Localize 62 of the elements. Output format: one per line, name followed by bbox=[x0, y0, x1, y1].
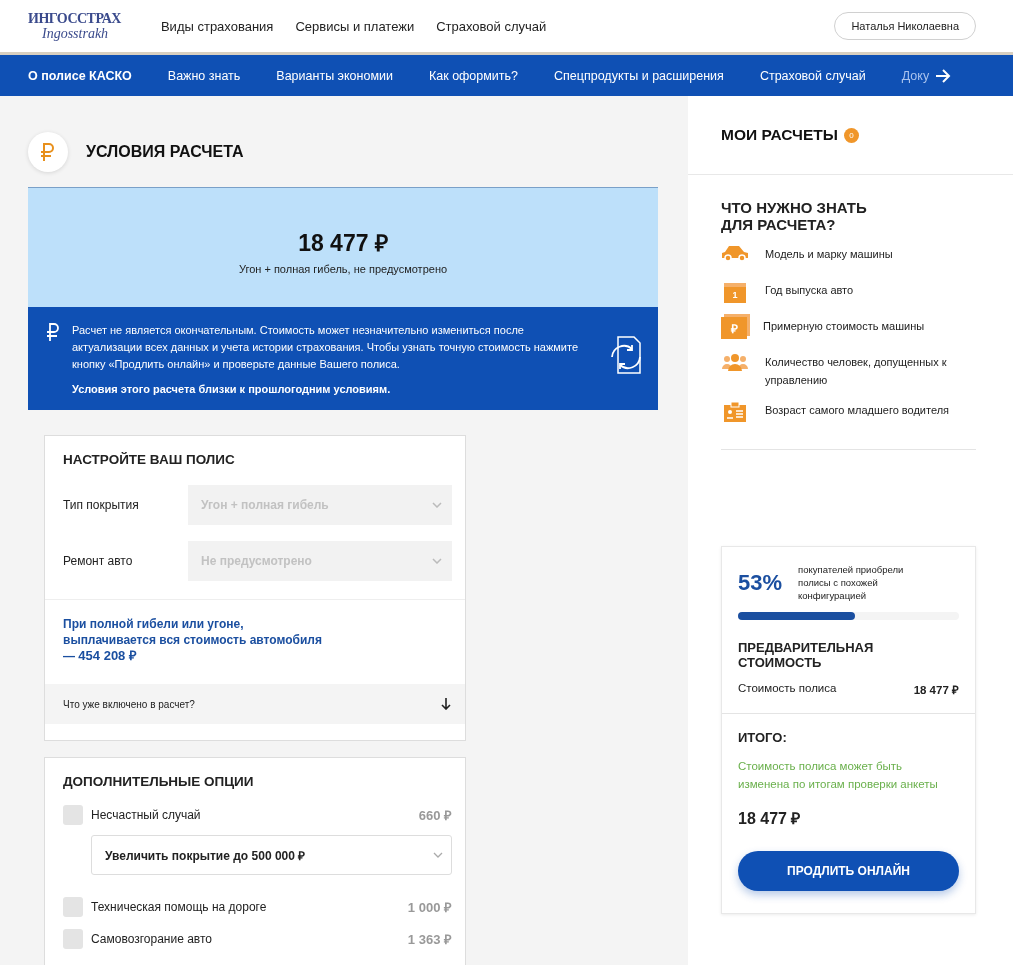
percent-caption: покупателей приобрели полисы с похожей конфигурацией bbox=[798, 563, 905, 602]
section-title: ЧТО НУЖНО ЗНАТЬ ДЛЯ РАСЧЕТА? bbox=[721, 199, 868, 233]
field-label: Ремонт авто bbox=[63, 554, 134, 568]
requirement-text: Количество человек, допущенных к управлению bbox=[765, 355, 948, 388]
calendar-icon: 1 bbox=[724, 283, 746, 303]
logo[interactable]: ИНГОССТРАХ Ingosstrakh bbox=[28, 10, 121, 42]
card-title: НАСТРОЙТЕ ВАШ ПОЛИС bbox=[62, 451, 236, 469]
section-title: МОИ РАСЧЕТЫ bbox=[721, 126, 838, 144]
card-title: ДОПОЛНИТЕЛЬНЫЕ ОПЦИИ bbox=[62, 773, 255, 791]
included-toggle[interactable]: Что уже включено в расчет? bbox=[45, 684, 465, 724]
chevron-down-icon bbox=[432, 558, 442, 564]
ruble-icon bbox=[28, 132, 68, 172]
field-label: Тип покрытия bbox=[63, 498, 140, 512]
section-tab[interactable]: Спецпродукты и расширения bbox=[554, 68, 724, 83]
option-price: 1 000 ₽ bbox=[407, 899, 452, 916]
total-title: ИТОГО: bbox=[738, 730, 788, 745]
nav-link[interactable]: Виды страхования bbox=[160, 18, 274, 34]
section-tab[interactable]: Важно знать bbox=[167, 68, 241, 83]
total-price: 18 477 ₽ bbox=[738, 809, 802, 829]
cost-label: Стоимость полиса bbox=[738, 682, 837, 696]
section-tab[interactable]: Варианты экономии bbox=[276, 68, 393, 83]
requirement-text: Возраст самого младшего водителя bbox=[765, 403, 950, 418]
option-label: Техническая помощь на дороге bbox=[91, 900, 268, 914]
arrow-right-icon[interactable] bbox=[935, 68, 952, 83]
renew-online-button[interactable]: ПРОДЛИТЬ ОНЛАЙН bbox=[738, 851, 959, 891]
total-note: Стоимость полиса может быть изменена по итогам проверки анкеты bbox=[738, 759, 939, 792]
section-tab[interactable]: Доку bbox=[901, 68, 930, 83]
chevron-down-icon bbox=[433, 852, 443, 858]
user-button[interactable]: Наталья Николаевна bbox=[834, 12, 976, 40]
requirement-text: Год выпуска авто bbox=[765, 283, 854, 298]
requirement-text: Модель и марку машины bbox=[765, 247, 893, 262]
option-price: 660 ₽ bbox=[418, 807, 452, 824]
chevron-down-icon bbox=[432, 502, 442, 508]
requirement-text: Примерную стоимость машины bbox=[763, 319, 925, 334]
option-label: Самовозгорание авто bbox=[91, 932, 213, 946]
ruble-icon bbox=[46, 322, 60, 342]
section-tab[interactable]: О полисе КАСКО bbox=[28, 68, 132, 83]
count-badge: 0 bbox=[843, 127, 859, 143]
option-price: 1 363 ₽ bbox=[407, 931, 452, 948]
document-refresh-icon bbox=[608, 335, 644, 375]
notice-text: Расчет не является окончательным. Стоимость может незначительно измениться после актуализации всех данных и учета истории страхования. Чтобы узнать точную стоимость нажмите кнопку «Продлить онлайн» и проверьте данные Вашего полиса. bbox=[72, 323, 579, 372]
section-tab[interactable]: Как оформить? bbox=[428, 68, 519, 83]
arrow-down-icon bbox=[441, 698, 451, 710]
checkbox[interactable] bbox=[63, 929, 83, 949]
dropdown[interactable]: Увеличить покрытие до 500 000 ₽ bbox=[91, 835, 452, 875]
card-title: ПРЕДВАРИТЕЛЬНАЯ СТОИМОСТЬ bbox=[738, 640, 875, 670]
price-summary: Угон + полная гибель, не предусмотрено bbox=[238, 263, 448, 275]
nav-link[interactable]: Страховой случай bbox=[436, 18, 547, 34]
id-card-icon bbox=[721, 401, 749, 423]
percent-value: 53% bbox=[738, 569, 783, 596]
checkbox[interactable] bbox=[63, 897, 83, 917]
price: 18 477 ₽ bbox=[298, 229, 388, 258]
nav-link[interactable]: Сервисы и платежи bbox=[295, 18, 415, 34]
section-title: УСЛОВИЯ РАСЧЕТА bbox=[86, 143, 244, 161]
checkbox[interactable] bbox=[63, 805, 83, 825]
ruble-card-icon: ₽ bbox=[721, 317, 747, 339]
section-tab[interactable]: Страховой случай bbox=[759, 68, 866, 83]
people-icon bbox=[721, 353, 749, 371]
notice-text: Условия этого расчета близки к прошлогодним условиям. bbox=[72, 382, 392, 397]
car-icon bbox=[721, 245, 749, 261]
option-label: Несчастный случай bbox=[91, 808, 202, 822]
cost-value: 18 477 ₽ bbox=[913, 683, 959, 697]
